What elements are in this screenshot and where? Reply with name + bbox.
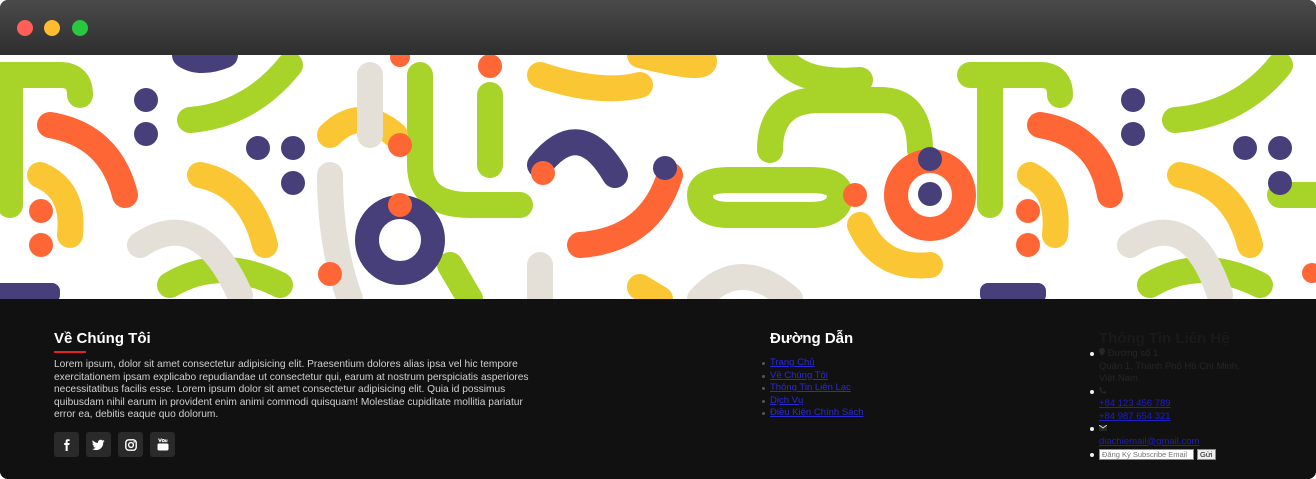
- youtube-icon: [157, 438, 168, 451]
- facebook-icon: [63, 438, 70, 451]
- list-item: Trang Chủ: [762, 357, 970, 370]
- address-line-2: Quận 1, Thành Phố Hồ Chí Minh,: [1099, 360, 1240, 372]
- instagram-icon: [124, 438, 137, 451]
- minimize-window-button[interactable]: [44, 20, 60, 36]
- envelope-icon: [1098, 423, 1108, 434]
- subscribe-item: Gửi: [1090, 449, 1309, 460]
- email-link[interactable]: diachiemail@gmail.com: [1099, 436, 1199, 447]
- list-item: Về Chúng Tôi: [762, 370, 970, 383]
- list-item: Dịch Vụ: [762, 395, 970, 408]
- list-item: Điều Kiện Chính Sách: [762, 407, 970, 420]
- youtube-button[interactable]: [150, 432, 175, 457]
- subscribe-submit-button[interactable]: Gửi: [1197, 449, 1216, 460]
- browser-window: Về Chúng Tôi Lorem ipsum, dolor sit amet…: [0, 0, 1316, 479]
- address-item: Đường số 1 Quận 1, Thành Phố Hồ Chí Minh…: [1090, 348, 1309, 386]
- maximize-window-button[interactable]: [72, 20, 88, 36]
- phone-icon: [1099, 386, 1106, 397]
- map-marker-icon: [1099, 348, 1108, 359]
- hero-banner-illustration: [0, 55, 1316, 299]
- contact-section: Thông Tin Liên Hệ Đường số 1 Quận 1, Thà…: [1090, 330, 1309, 460]
- about-heading: Về Chúng Tôi: [54, 330, 151, 347]
- phone-item: +84 123 456 789 +84 987 654 321: [1090, 386, 1309, 424]
- abstract-pattern-illustration: [0, 55, 1316, 299]
- subscribe-email-input[interactable]: [1099, 449, 1194, 460]
- link-policy[interactable]: Điều Kiện Chính Sách: [770, 407, 863, 418]
- instagram-button[interactable]: [118, 432, 143, 457]
- facebook-button[interactable]: [54, 432, 79, 457]
- phone-link-1[interactable]: +84 123 456 789: [1099, 398, 1171, 409]
- link-home[interactable]: Trang Chủ: [770, 357, 815, 368]
- list-item: Thông Tin Liên Lạc: [762, 382, 970, 395]
- link-contact[interactable]: Thông Tin Liên Lạc: [770, 382, 851, 393]
- email-item: diachiemail@gmail.com: [1090, 423, 1309, 448]
- address-line-1: Đường số 1: [1107, 348, 1159, 359]
- close-window-button[interactable]: [17, 20, 33, 36]
- twitter-button[interactable]: [86, 432, 111, 457]
- subscribe-form: Gửi: [1099, 449, 1309, 460]
- about-section: Về Chúng Tôi Lorem ipsum, dolor sit amet…: [54, 330, 534, 422]
- about-description: Lorem ipsum, dolor sit amet consectetur …: [54, 359, 529, 420]
- address-line-3: Việt Nam: [1099, 373, 1138, 384]
- link-about[interactable]: Về Chúng Tôi: [770, 370, 828, 381]
- twitter-icon: [92, 439, 105, 450]
- links-list: Trang Chủ Về Chúng Tôi Thông Tin Liên Lạ…: [762, 357, 970, 420]
- phone-link-2[interactable]: +84 987 654 321: [1099, 411, 1171, 422]
- contact-heading: Thông Tin Liên Hệ: [1099, 330, 1230, 347]
- heading-underline: [54, 351, 86, 353]
- title-bar: [0, 0, 1316, 55]
- contact-list: Đường số 1 Quận 1, Thành Phố Hồ Chí Minh…: [1090, 348, 1309, 460]
- links-section: Đường Dẫn Trang Chủ Về Chúng Tôi Thông T…: [762, 330, 970, 420]
- link-services[interactable]: Dịch Vụ: [770, 395, 803, 406]
- social-links: [54, 432, 175, 457]
- site-footer: Về Chúng Tôi Lorem ipsum, dolor sit amet…: [0, 299, 1316, 479]
- links-heading: Đường Dẫn: [770, 330, 854, 347]
